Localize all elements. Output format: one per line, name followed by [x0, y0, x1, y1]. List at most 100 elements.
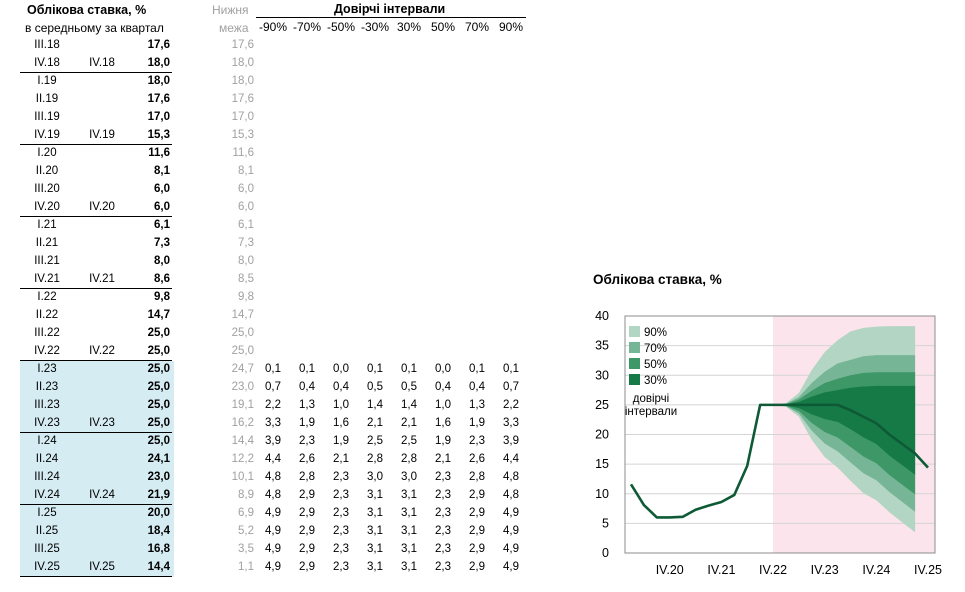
year-end-label: IV.19 — [89, 129, 115, 141]
lower-bound-value: 9,8 — [238, 291, 254, 303]
lower-bound-value: 1,1 — [238, 561, 254, 573]
ci-value: 0,1 — [265, 363, 281, 375]
ci-value: 3,1 — [401, 543, 417, 555]
table-row: III.24 23,0 10,1 4,8 2,8 2,3 3,0 3,0 2,3 2,8 4,8 — [0, 469, 560, 487]
lower-bound-value: 15,3 — [231, 129, 254, 141]
quarter-label: III.19 — [34, 111, 60, 123]
lower-bound-value: 8,9 — [238, 489, 254, 501]
ci-value: 2,8 — [401, 453, 417, 465]
rate-value: 8,1 — [154, 165, 170, 177]
y-tick-label: 35 — [595, 339, 609, 353]
lower-bound-value: 11,6 — [232, 147, 254, 159]
y-tick-label: 40 — [595, 309, 609, 323]
lower-bound-header-bottom: межа — [219, 21, 249, 35]
ci-value: 2,9 — [469, 561, 485, 573]
ci-value: 3,1 — [367, 507, 383, 519]
table-row: II.24 24,1 12,2 4,4 2,6 2,1 2,8 2,8 2,1 2,6 4,4 — [0, 451, 560, 469]
ci-value: 4,8 — [265, 471, 281, 483]
ci-value: 2,9 — [469, 543, 485, 555]
lower-bound-value: 18,0 — [231, 57, 254, 69]
lower-bound-value: 8,0 — [238, 255, 254, 267]
ci-value: 1,3 — [469, 399, 485, 411]
ci-value: 4,8 — [503, 471, 519, 483]
ci-value: 3,1 — [401, 525, 417, 537]
ci-value: 0,1 — [367, 363, 383, 375]
table-row: IV.19 IV.19 15,3 15,3 — [0, 127, 560, 145]
quarter-label: II.23 — [35, 381, 59, 393]
lower-bound-value: 12,2 — [231, 453, 254, 465]
ci-value: 2,3 — [333, 507, 349, 519]
table-row: II.25 18,4 5,2 4,9 2,9 2,3 3,1 3,1 2,3 2,9 4,9 — [0, 523, 560, 541]
ci-value: 4,4 — [503, 453, 519, 465]
ci-value: 0,1 — [401, 363, 417, 375]
legend-label: 70% — [644, 343, 667, 355]
quarter-label: IV.18 — [34, 57, 60, 69]
quarter-label: I.25 — [37, 507, 57, 519]
legend-note: інтервали — [625, 406, 677, 418]
ci-value: 2,9 — [469, 525, 485, 537]
table-row: IV.18 IV.18 18,0 18,0 — [0, 55, 560, 73]
rate-value: 25,0 — [147, 363, 170, 375]
ci-value: 0,0 — [435, 363, 451, 375]
y-tick-label: 25 — [595, 398, 609, 412]
ci-value: 3,1 — [401, 561, 417, 573]
quarter-label: IV.22 — [34, 345, 60, 357]
ci-value: 2,5 — [401, 435, 417, 447]
ci-value: 3,1 — [401, 489, 417, 501]
table-row: I.19 18,0 18,0 — [0, 73, 560, 91]
ci-value: 2,1 — [401, 417, 417, 429]
lower-bound-value: 5,2 — [238, 525, 254, 537]
ci-value: 4,4 — [265, 453, 281, 465]
ci-column-header: 70% — [464, 20, 490, 34]
chart-title: Облікова ставка, % — [593, 272, 722, 287]
legend-note: довірчі — [633, 393, 669, 405]
lower-bound-value: 23,0 — [231, 381, 254, 393]
ci-value: 3,9 — [503, 435, 519, 447]
ci-value: 2,8 — [367, 453, 383, 465]
table-row: IV.21 IV.21 8,6 8,5 — [0, 271, 560, 289]
ci-value: 0,5 — [401, 381, 417, 393]
table-row: II.21 7,3 7,3 — [0, 235, 560, 253]
ci-value: 2,3 — [435, 525, 451, 537]
table-row: III.22 25,0 25,0 — [0, 325, 560, 343]
quarter-label: I.21 — [37, 219, 57, 231]
quarter-label: I.20 — [37, 147, 57, 159]
ci-value: 3,3 — [503, 417, 519, 429]
quarter-label: II.24 — [35, 453, 59, 465]
ci-value: 1,9 — [333, 435, 349, 447]
table-row: I.23 25,0 24,7 0,1 0,1 0,0 0,1 0,1 0,0 0,1 0,1 — [0, 361, 560, 379]
ci-value: 2,3 — [435, 471, 451, 483]
quarter-label: II.21 — [35, 237, 59, 249]
year-end-label: IV.24 — [89, 489, 115, 501]
y-tick-label: 15 — [595, 457, 609, 471]
ci-column-header: -90% — [258, 20, 287, 34]
rate-value: 23,0 — [147, 471, 170, 483]
table-row: I.21 6,1 6,1 — [0, 217, 560, 235]
rate-value: 17,6 — [147, 39, 170, 51]
quarter-label: III.24 — [34, 471, 60, 483]
table-title: Облікова ставка, % — [27, 3, 147, 17]
rate-value: 25,0 — [147, 381, 170, 393]
legend-swatch — [629, 326, 640, 337]
table-row: IV.22 IV.22 25,0 25,0 — [0, 343, 560, 361]
quarter-label: III.20 — [34, 183, 60, 195]
rate-value: 6,1 — [154, 219, 170, 231]
table-row: IV.23 IV.23 25,0 16,2 3,3 1,9 1,6 2,1 2,1 1,6 1,9 3… — [0, 415, 560, 433]
ci-value: 1,9 — [469, 417, 485, 429]
lower-bound-value: 16,2 — [231, 417, 254, 429]
table-row: I.24 25,0 14,4 3,9 2,3 1,9 2,5 2,5 1,9 2,3 3,9 — [0, 433, 560, 451]
ci-value: 2,3 — [435, 507, 451, 519]
quarter-label: III.18 — [34, 39, 60, 51]
ci-value: 4,9 — [265, 525, 281, 537]
legend-label: 90% — [644, 327, 667, 339]
lower-bound-value: 6,0 — [238, 201, 254, 213]
ci-value: 1,6 — [333, 417, 349, 429]
ci-value: 2,8 — [469, 471, 485, 483]
ci-value: 0,4 — [435, 381, 451, 393]
legend-swatch — [629, 342, 640, 353]
table-row: IV.25 IV.25 14,4 1,1 4,9 2,9 2,3 3,1 3,1 2,3 2,9 4,… — [0, 559, 560, 577]
rate-value: 25,0 — [147, 417, 170, 429]
rate-value: 21,9 — [147, 489, 170, 501]
rate-value: 17,6 — [147, 93, 170, 105]
quarter-label: IV.20 — [34, 201, 60, 213]
